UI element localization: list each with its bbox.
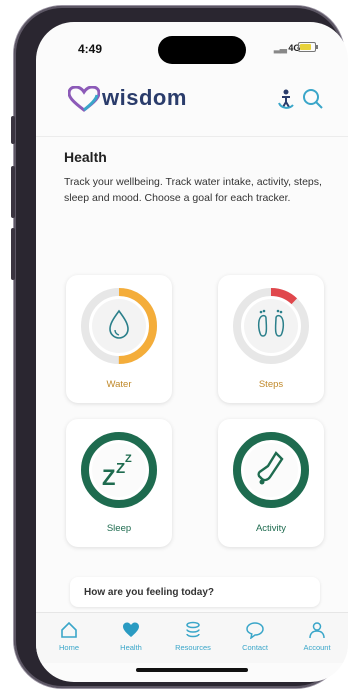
health-content: Health Track your wellbeing. Track water… [36, 137, 348, 617]
page-description: Track your wellbeing. Track water intake… [64, 176, 322, 204]
tab-label-contact: Contact [242, 643, 268, 652]
mood-prompt-text: How are you feeling today? [84, 587, 215, 598]
tracker-label-water: Water [106, 379, 132, 390]
wisdom-logo-icon [68, 86, 100, 112]
tracker-card-steps[interactable]: Steps [218, 275, 324, 403]
tab-account[interactable]: Account [286, 613, 348, 663]
silent-switch [11, 116, 15, 144]
water-progress-ring [81, 288, 157, 364]
chat-bubble-icon [246, 622, 264, 639]
page-title: Health [64, 149, 107, 165]
layers-icon [186, 621, 200, 638]
dynamic-island [158, 36, 246, 64]
tab-resources[interactable]: Resources [162, 613, 224, 663]
tracker-label-sleep: Sleep [106, 523, 132, 534]
mood-prompt-card[interactable]: How are you feeling today? [70, 577, 320, 607]
tracker-card-water[interactable]: Water [66, 275, 172, 403]
person-icon [309, 622, 325, 639]
signal-indicator: ▂▃ 4G [274, 43, 301, 53]
brand-name: wisdom [102, 85, 187, 110]
svg-text:Z: Z [102, 465, 115, 490]
phone-frame: 4:49 ▂▃ 4G wisdom Health Track your well… [11, 6, 348, 688]
tracker-card-sleep[interactable]: Z Z Z Sleep [66, 419, 172, 547]
search-icon[interactable] [302, 88, 324, 110]
accessibility-icon[interactable] [276, 88, 296, 110]
heart-icon [123, 622, 139, 637]
tab-health[interactable]: Health [100, 613, 162, 663]
steps-progress-ring [233, 288, 309, 364]
tab-label-home: Home [58, 643, 79, 652]
tab-contact[interactable]: Contact [224, 613, 286, 663]
svg-text:Z: Z [116, 460, 125, 477]
volume-down-button [11, 228, 15, 280]
volume-up-button [11, 166, 15, 218]
tracker-label-steps: Steps [258, 379, 284, 390]
home-icon [61, 621, 77, 638]
activity-progress-ring [233, 432, 309, 508]
status-time: 4:49 [78, 42, 103, 56]
status-bar: 4:49 ▂▃ 4G [36, 22, 348, 66]
home-indicator [136, 668, 248, 672]
svg-text:Z: Z [125, 453, 132, 465]
battery-icon [298, 42, 318, 52]
tab-label-health: Health [120, 643, 142, 652]
tab-label-resources: Resources [175, 643, 211, 652]
screen: 4:49 ▂▃ 4G wisdom Health Track your well… [36, 22, 348, 682]
sleep-progress-ring: Z Z Z [81, 432, 157, 508]
bottom-tab-bar: Home Health Resources Contact Account [36, 612, 348, 663]
tab-label-account: Account [303, 643, 331, 652]
tracker-label-activity: Activity [255, 523, 287, 534]
tracker-card-activity[interactable]: Activity [218, 419, 324, 547]
app-header: wisdom [36, 66, 348, 137]
tab-home[interactable]: Home [38, 613, 100, 663]
